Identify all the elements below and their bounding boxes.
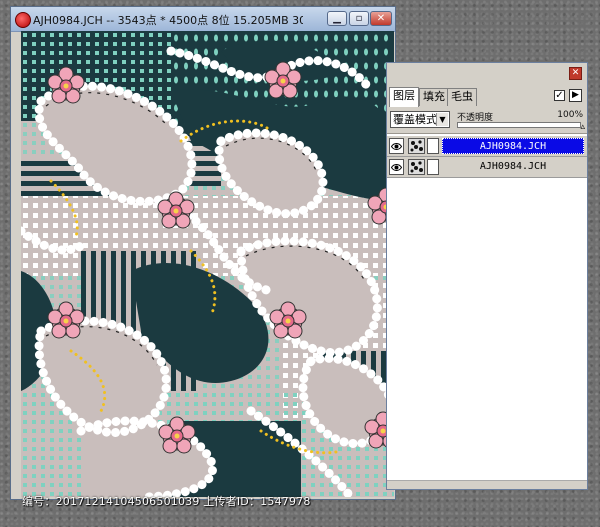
panel-tabs: 图层 填充 毛虫 ✓ ▶ (387, 85, 587, 107)
eye-icon[interactable] (389, 138, 404, 154)
layer-name[interactable]: AJH0984.JCH (442, 159, 584, 175)
layer-controls: 覆盖模式 ▼ 不透明度 100% ▵ (387, 107, 587, 134)
maximize-button[interactable]: ▫ (349, 11, 369, 26)
pattern-artwork (21, 31, 394, 497)
image-canvas[interactable] (21, 31, 394, 497)
layer-mask-thumbnail[interactable] (427, 138, 439, 154)
panel-close-button[interactable]: ✕ (569, 67, 582, 80)
layer-list: AJH0984.JCH AJH0984.JCH (387, 134, 587, 489)
close-button[interactable]: ✕ (370, 11, 392, 26)
opacity-value: 100% (557, 110, 583, 120)
layer-name[interactable]: AJH0984.JCH (442, 138, 584, 154)
layers-panel: ✕ 图层 填充 毛虫 ✓ ▶ 覆盖模式 ▼ 不透明度 100% ▵ AJH098… (386, 62, 588, 490)
tab-layers[interactable]: 图层 (389, 87, 419, 107)
tab-fill[interactable]: 填充 (419, 88, 449, 106)
blend-mode-select[interactable]: 覆盖模式 ▼ (390, 111, 450, 128)
panel-checkbox[interactable]: ✓ (554, 90, 565, 101)
minimize-button[interactable]: ▁ (327, 11, 347, 26)
eye-icon[interactable] (389, 159, 404, 175)
layer-row[interactable]: AJH0984.JCH (387, 157, 587, 178)
window-title: AJH0984.JCH -- 3543点 * 4500点 8位 15.205MB… (33, 14, 303, 27)
layers-panel-header[interactable]: ✕ (387, 63, 587, 86)
tab-caterpillar[interactable]: 毛虫 (447, 88, 477, 106)
layer-thumbnail[interactable] (408, 138, 425, 154)
layer-row[interactable]: AJH0984.JCH (387, 136, 587, 157)
image-window-titlebar[interactable]: AJH0984.JCH -- 3543点 * 4500点 8位 15.205MB… (11, 7, 395, 32)
opacity-slider-thumb[interactable]: ▵ (580, 123, 585, 132)
panel-menu-arrow-icon[interactable]: ▶ (569, 89, 582, 102)
watermark-caption: 编号：20171214104506501039 上传者ID：1547978 (22, 495, 311, 508)
layer-thumbnail[interactable] (408, 159, 425, 175)
blend-mode-value: 覆盖模式 (393, 113, 437, 126)
image-window: AJH0984.JCH -- 3543点 * 4500点 8位 15.205MB… (10, 6, 396, 500)
panel-resize-bar[interactable] (387, 480, 587, 489)
opacity-slider[interactable] (457, 122, 581, 128)
chevron-down-icon: ▼ (436, 113, 448, 126)
layer-mask-thumbnail[interactable] (427, 159, 439, 175)
app-icon[interactable] (15, 12, 31, 28)
